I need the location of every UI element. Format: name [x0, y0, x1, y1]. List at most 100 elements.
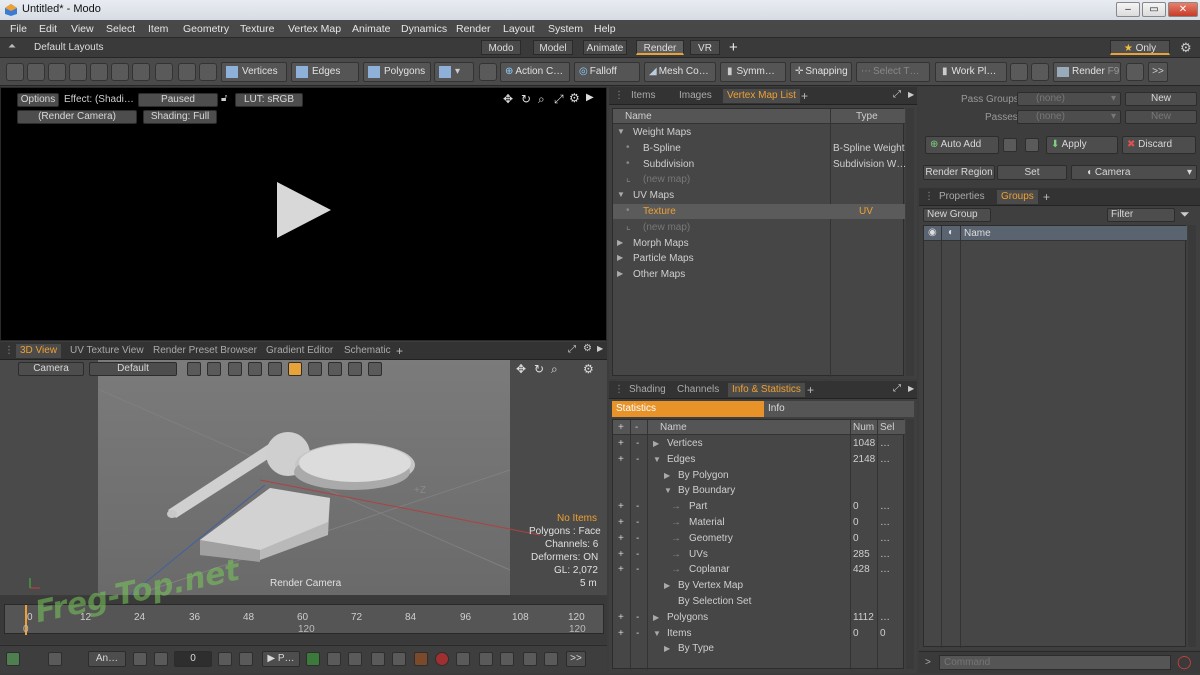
range-start[interactable]: 0	[23, 624, 29, 635]
material-mode-dropdown[interactable]: ▾	[434, 62, 474, 82]
minus-icon[interactable]: -	[636, 438, 639, 449]
render-button[interactable]: Render F9	[1053, 62, 1121, 82]
sculpt-icon[interactable]	[479, 63, 497, 81]
tab-gradient-editor[interactable]: Gradient Editor	[262, 344, 337, 358]
audio-icon[interactable]	[6, 652, 20, 666]
stats-row[interactable]: + - ▶ Vertices 1048…	[613, 436, 905, 451]
menu-item[interactable]: Item	[148, 23, 168, 35]
expand-down-icon[interactable]: ▼	[653, 629, 661, 638]
stats-row[interactable]: + - → Part 0…	[613, 499, 905, 514]
stats-scrollbar[interactable]	[906, 419, 914, 669]
minus-icon[interactable]: -	[636, 549, 639, 560]
visibility-eye-icon[interactable]: ◉	[928, 227, 937, 238]
play-button[interactable]: ▶ P…	[262, 651, 300, 667]
first-frame-icon[interactable]	[133, 652, 147, 666]
snapping-button[interactable]: ✛ Snapping	[790, 62, 852, 82]
stats-row[interactable]: + - → Coplanar 428…	[613, 562, 905, 577]
move-tool-icon[interactable]	[27, 63, 45, 81]
drag-handle-icon[interactable]: ⋮	[614, 90, 624, 101]
rotate-tool-icon[interactable]	[69, 63, 87, 81]
remove-column-icon[interactable]: -	[635, 422, 638, 433]
layout-tab-animate[interactable]: Animate	[583, 40, 627, 55]
menu-animate[interactable]: Animate	[352, 23, 391, 35]
pan-view-icon[interactable]: ✥	[516, 362, 526, 376]
pass-groups-dropdown[interactable]: (none) ▾	[1017, 92, 1121, 106]
menu-system[interactable]: System	[548, 23, 583, 35]
shading-style-dropdown[interactable]: Default	[89, 362, 177, 376]
lut-dropdown[interactable]: LUT: sRGB	[235, 93, 303, 107]
symmetry-button[interactable]: ▮ Symm…	[720, 62, 786, 82]
polygons-mode-button[interactable]: Polygons	[363, 62, 431, 82]
bake2-icon[interactable]	[1025, 138, 1039, 152]
wire-icon[interactable]	[207, 362, 221, 376]
vmap-row[interactable]: ▼ UV Maps	[613, 188, 905, 203]
skeleton-icon[interactable]	[155, 63, 173, 81]
stats-row[interactable]: + - → Material 0…	[613, 515, 905, 530]
layout-tab-modo[interactable]: Modo	[481, 40, 521, 55]
pan-icon[interactable]: ✥	[503, 92, 513, 106]
frame-input[interactable]: 0	[174, 651, 212, 667]
settings-circle-icon[interactable]	[348, 652, 362, 666]
settings-anim-icon[interactable]	[544, 652, 558, 666]
expand-right-icon[interactable]: ▶	[617, 269, 623, 278]
maximize-button[interactable]: ▭	[1142, 2, 1166, 17]
stats-row[interactable]: ▶ By Polygon	[613, 468, 905, 483]
light-icon[interactable]	[308, 362, 322, 376]
settings-gear-icon[interactable]: ⚙	[1180, 40, 1192, 56]
refresh-icon[interactable]: ↻	[521, 92, 531, 106]
stats-row[interactable]: + - → Geometry 0…	[613, 531, 905, 546]
plus-icon[interactable]: +	[618, 438, 624, 449]
plus-icon[interactable]: +	[618, 533, 624, 544]
drag-handle-icon[interactable]: ⋮	[4, 345, 14, 356]
next-key-icon[interactable]	[218, 652, 232, 666]
component-mode-icon[interactable]	[178, 63, 196, 81]
mesh-constraint-button[interactable]: ◢ Mesh Co…	[644, 62, 716, 82]
expand-right-icon[interactable]: ▶	[664, 581, 670, 590]
stats-row[interactable]: + - → UVs 285…	[613, 547, 905, 562]
tab-groups[interactable]: Groups	[997, 190, 1038, 204]
add-tab-button[interactable]: +	[801, 89, 808, 103]
tab-uv-texture-view[interactable]: UV Texture View	[66, 344, 148, 358]
new-pass-group-button[interactable]: New	[1125, 92, 1197, 106]
grid-icon[interactable]	[187, 362, 201, 376]
texture-icon[interactable]	[368, 362, 382, 376]
search-icon[interactable]	[1126, 63, 1144, 81]
minus-icon[interactable]: -	[636, 454, 639, 465]
falloff-button[interactable]: ◎ Falloff	[574, 62, 640, 82]
panel-arrow-icon[interactable]: ▶	[908, 90, 914, 99]
menu-help[interactable]: Help	[594, 23, 616, 35]
tab-vertex-map-list[interactable]: Vertex Map List	[723, 89, 800, 103]
more-transport-button[interactable]: >>	[566, 651, 586, 667]
groups-col-name[interactable]: Name	[964, 228, 991, 239]
plus-icon[interactable]: +	[618, 628, 624, 639]
prev-set-icon[interactable]	[500, 652, 514, 666]
stats-row[interactable]: + - ▼ Edges 2148…	[613, 452, 905, 467]
rotate-view-icon[interactable]: ↻	[534, 362, 544, 376]
tab-properties[interactable]: Properties	[935, 190, 989, 204]
tab-render-preset-browser[interactable]: Render Preset Browser	[149, 344, 261, 358]
menu-view[interactable]: View	[71, 23, 94, 35]
tab-3d-view[interactable]: 3D View	[16, 344, 62, 358]
command-status-icon[interactable]: ◯	[1177, 654, 1192, 670]
new-pass-button[interactable]: New	[1125, 110, 1197, 124]
expand-down-icon[interactable]: ▼	[664, 486, 672, 495]
vmap-row[interactable]: • Subdivision Subdivision W…	[613, 157, 906, 172]
expand-down-icon[interactable]: ▼	[653, 455, 661, 464]
discard-button[interactable]: ✖ Discard	[1122, 136, 1196, 154]
menu-vertex-map[interactable]: Vertex Map	[288, 23, 341, 35]
zoom-view-icon[interactable]: ⌕	[551, 362, 558, 377]
expand-right-icon[interactable]: ▶	[617, 253, 623, 262]
paused-button[interactable]: Paused	[138, 93, 218, 107]
options-button[interactable]: Options	[17, 93, 59, 107]
plus-icon[interactable]: +	[618, 517, 624, 528]
menu-texture[interactable]: Texture	[240, 23, 274, 35]
tool-pipe-icon[interactable]	[1010, 63, 1028, 81]
record-dot-icon[interactable]	[435, 652, 449, 666]
vmap-row[interactable]: ▶ Particle Maps	[613, 251, 905, 266]
prev-key-icon[interactable]	[154, 652, 168, 666]
viewport-gear-icon[interactable]: ⚙	[569, 91, 580, 105]
3d-viewport[interactable]: Camera Default ✥ ↻ ⌕ ⚙ +Z Render Camera …	[0, 360, 607, 595]
shadow-icon[interactable]	[328, 362, 342, 376]
range-end[interactable]: 120	[569, 624, 586, 635]
transform-tool-icon[interactable]	[90, 63, 108, 81]
